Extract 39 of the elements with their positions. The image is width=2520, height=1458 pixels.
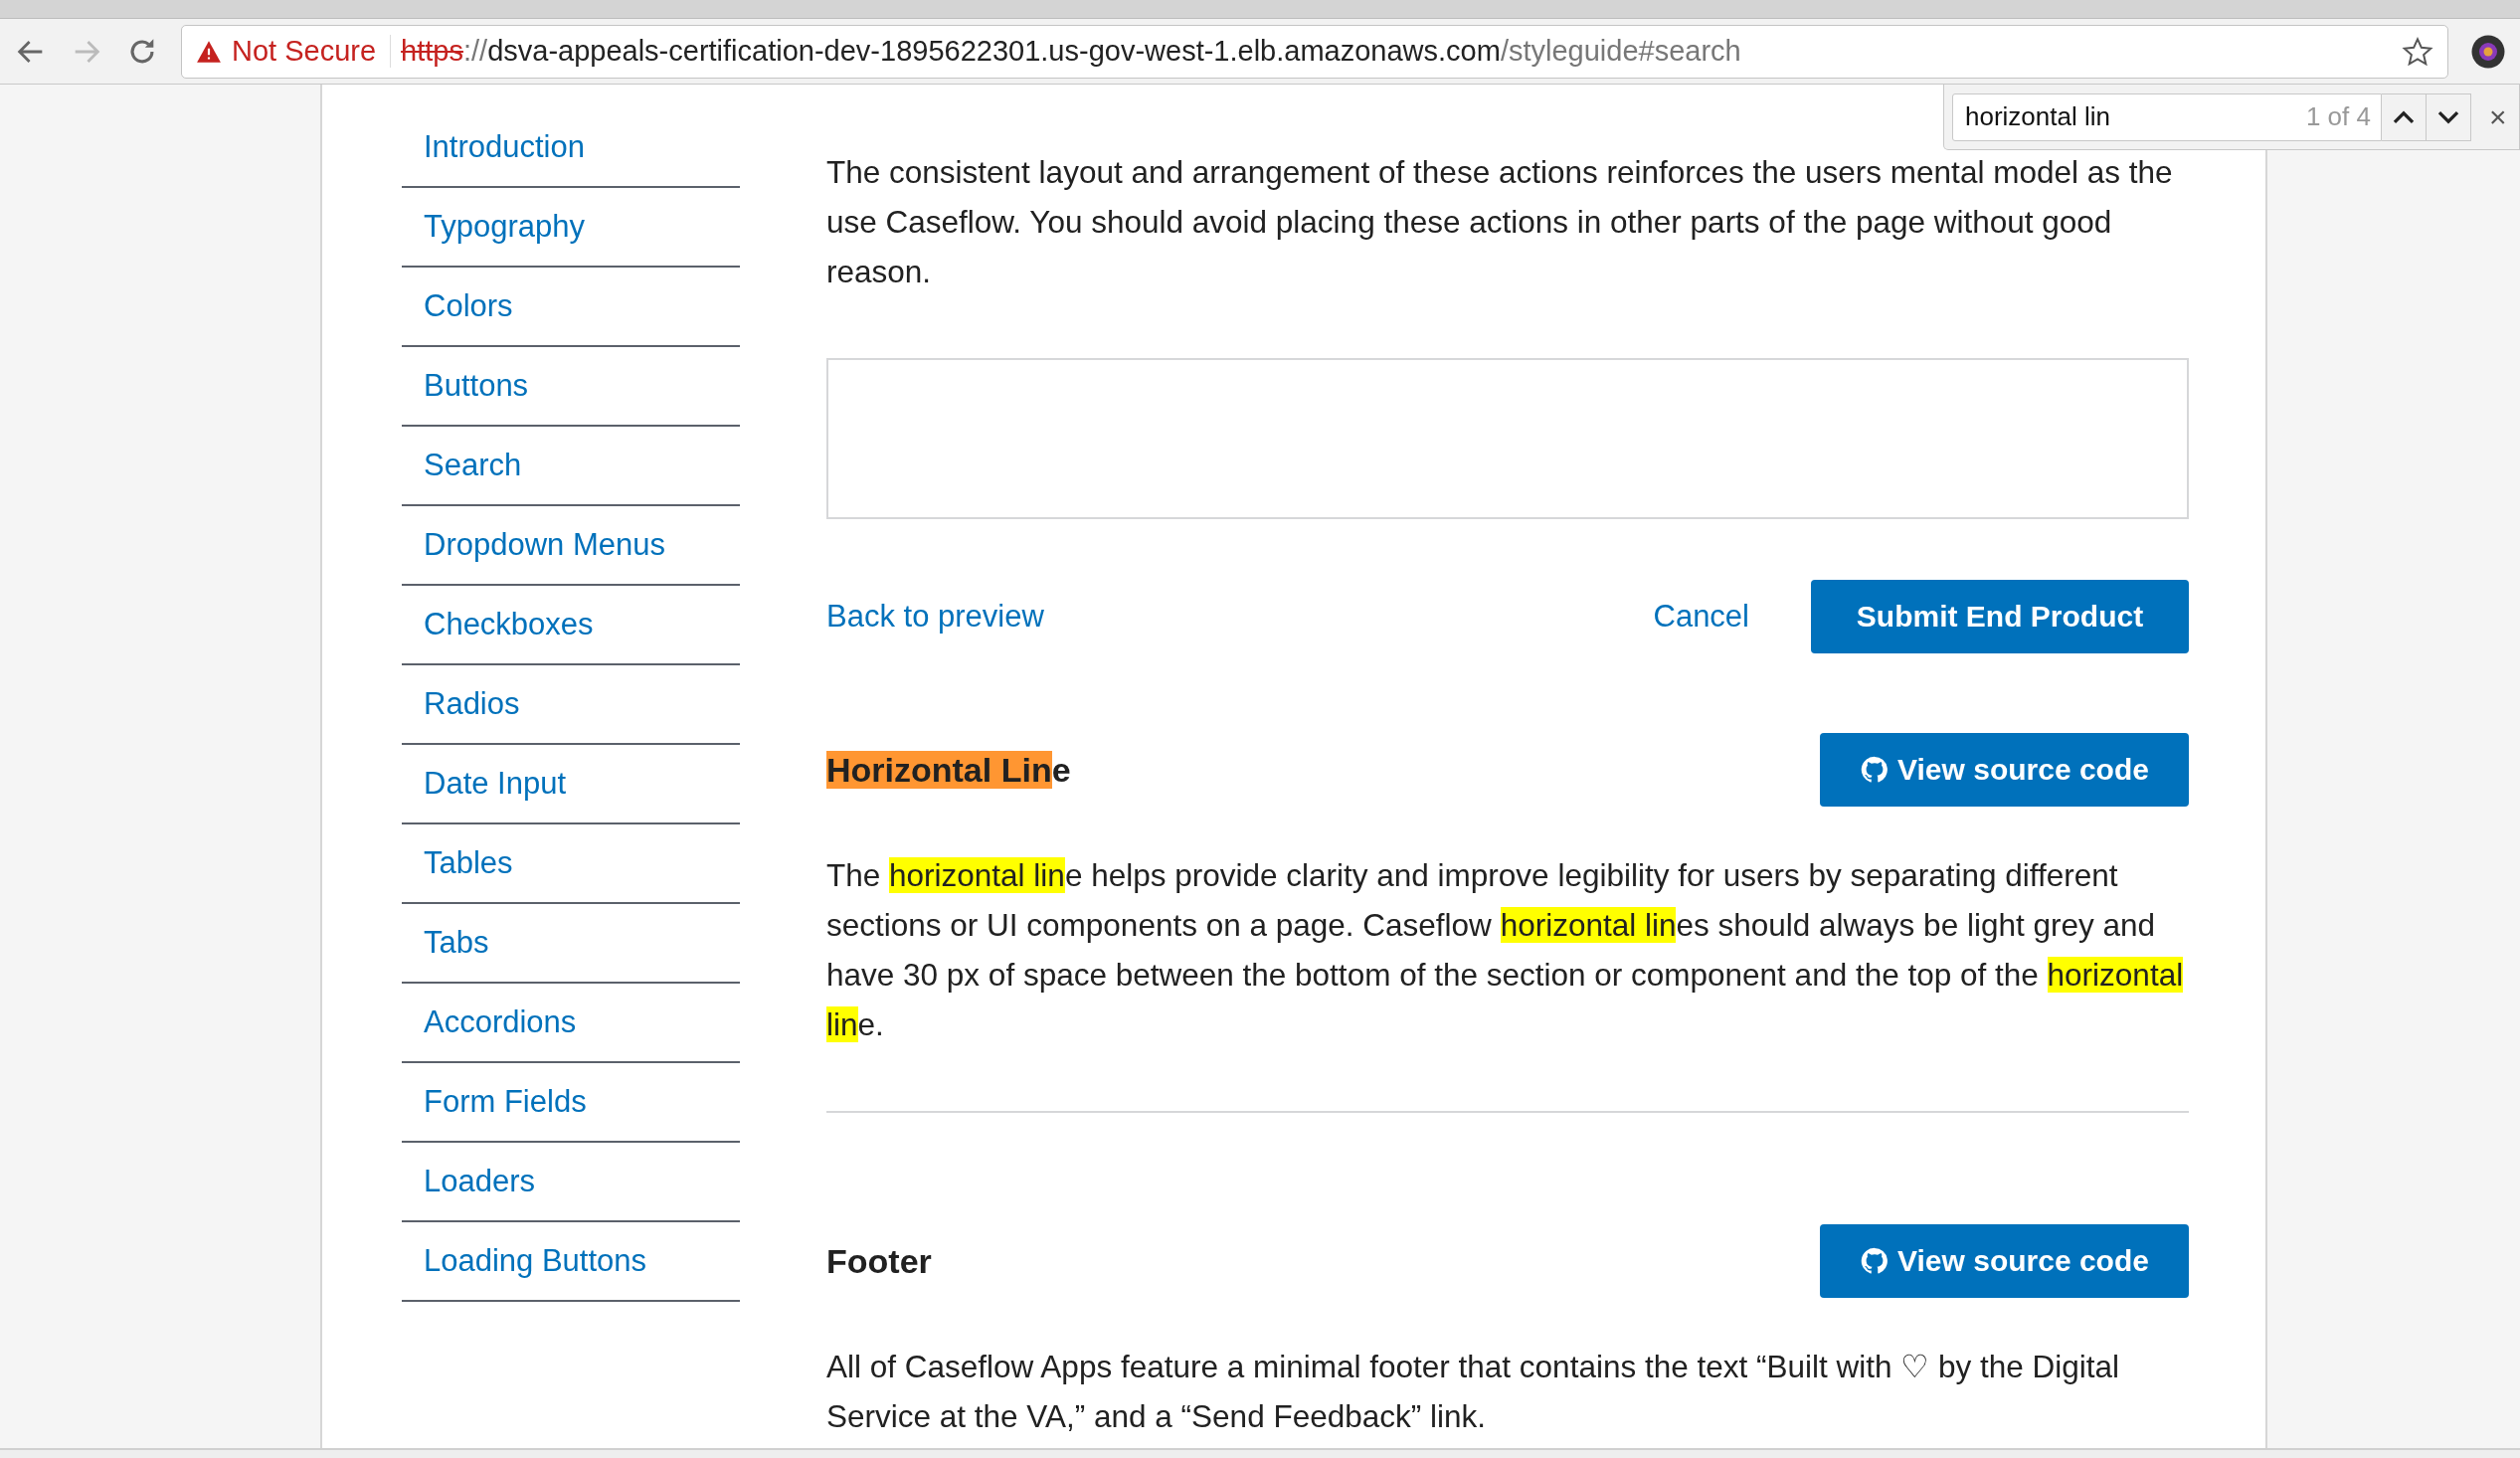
cat-icon xyxy=(1860,755,1890,785)
sidebar-link[interactable]: Checkboxes xyxy=(402,586,740,665)
sidebar-link[interactable]: Radios xyxy=(402,665,740,745)
paragraph: The horizontal line helps provide clarity and improve legibility for users by separating different sections or UI components on a page. Caseflow horizontal lines should always be light grey and have 30 px of space between the bottom of the section or component and the top of the horizontal line. xyxy=(826,856,2185,1044)
sidebar-link[interactable]: Date Input xyxy=(402,745,740,824)
sidebar-link[interactable]: Buttons xyxy=(402,347,740,427)
section-heading: Footer xyxy=(826,1241,932,1282)
chevron-down-icon xyxy=(2437,109,2459,124)
sidebar-link[interactable]: Colors xyxy=(402,268,740,347)
sidebar-link[interactable]: Typography xyxy=(402,188,740,268)
paragraph: All of Caseflow Apps feature a minimal footer that contains the text “Built with ♡ by the Digital Service at the VA,” and a “Send Feedback” link. xyxy=(826,1348,2121,1436)
sidebar-link[interactable]: Loading Buttons xyxy=(402,1222,740,1302)
chevron-up-icon xyxy=(2393,109,2415,124)
close-button[interactable]: × xyxy=(2489,99,2507,134)
sidebar-link[interactable]: Accordions xyxy=(402,984,740,1063)
address-bar[interactable]: Not Secure https://dsva-appeals-certification-dev-1895622301.us-gov-west-1.elb.amazonaws.com/styleguide#search xyxy=(181,24,2448,79)
match-count: 1 of 4 xyxy=(2305,101,2371,132)
sidebar-link[interactable]: Search xyxy=(402,427,740,506)
next-match-button[interactable] xyxy=(2427,92,2471,141)
view-source-button[interactable]: View source code xyxy=(1820,733,2189,807)
section-heading: Horizontal Line xyxy=(826,750,1071,791)
sidebar-link[interactable]: Loaders xyxy=(402,1143,740,1222)
cat-icon xyxy=(1860,1246,1890,1276)
find-field[interactable]: horizontal lin 1 of 4 xyxy=(1952,92,2382,141)
sidebar-link[interactable]: Form Fields xyxy=(402,1063,740,1143)
sidebar-link[interactable]: Introduction xyxy=(402,108,740,188)
star-icon[interactable] xyxy=(2402,35,2433,68)
cancel-link[interactable]: Cancel xyxy=(1653,592,1749,641)
url-text: https://dsva-appeals-certification-dev-1895622301.us-gov-west-1.elb.amazonaws.com/styleguide#search xyxy=(401,35,1742,68)
paragraph: The consistent layout and arrangement of these actions reinforces the users mental model as the use Caseflow. You should avoid placing these actions in other parts of the page without good reason. xyxy=(826,153,2174,291)
view-source-button[interactable]: View source code xyxy=(1820,1224,2189,1298)
sidebar-link[interactable]: Tabs xyxy=(402,904,740,984)
security-warning: Not Secure xyxy=(232,35,377,68)
sidebar-link[interactable]: Dropdown Menus xyxy=(402,506,740,586)
extension-icon[interactable] xyxy=(2470,33,2506,70)
sidebar-link[interactable]: Tables xyxy=(402,824,740,904)
back-link[interactable]: Back to preview xyxy=(826,592,1044,641)
submit-button[interactable]: Submit End Product xyxy=(1811,580,2189,653)
previous-match-button[interactable] xyxy=(2382,92,2427,141)
